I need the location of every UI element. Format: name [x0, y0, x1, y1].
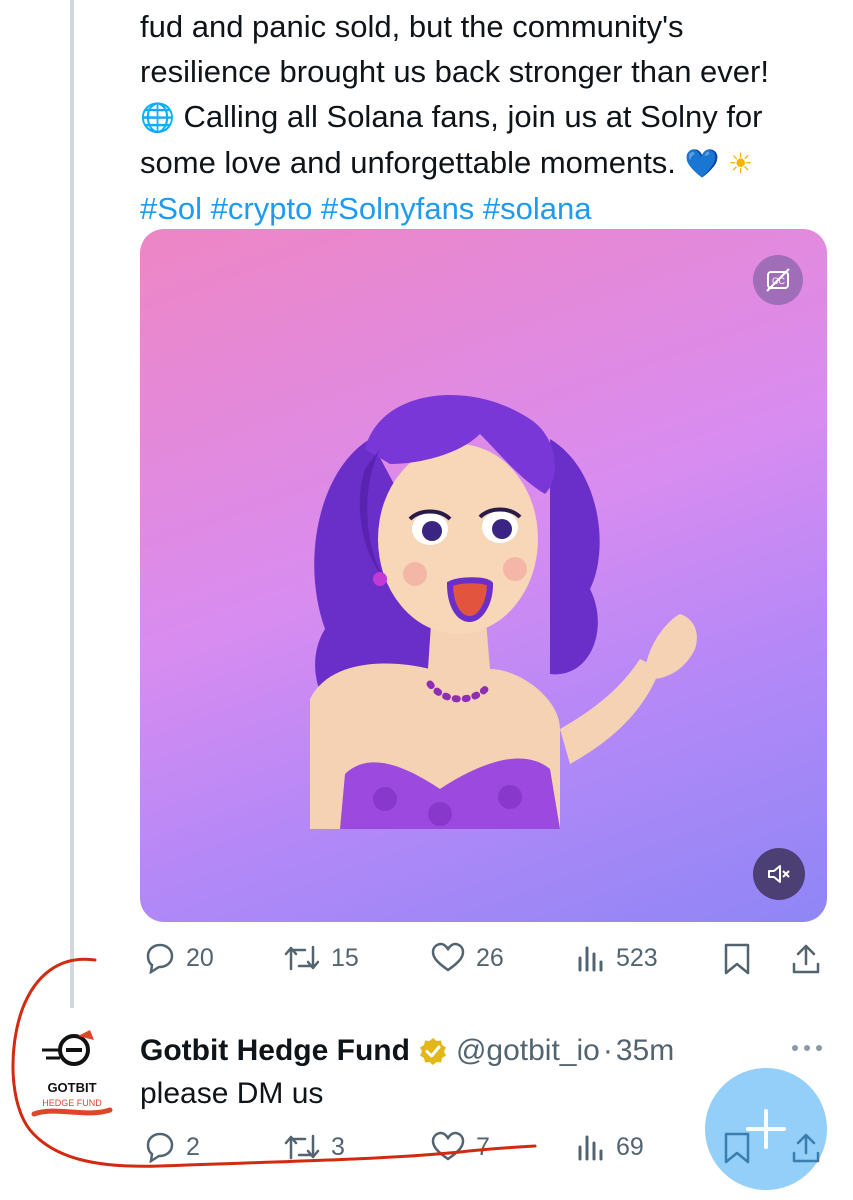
reply-views-button[interactable]: 69 [576, 1131, 644, 1163]
reply-header: Gotbit Hedge Fund @gotbit_io · 35m [140, 1030, 840, 1072]
unmute-button[interactable] [753, 848, 805, 900]
bookmark-button[interactable] [722, 942, 752, 976]
repost-count: 15 [331, 943, 359, 972]
blue-heart-emoji: 💙 [684, 147, 720, 180]
author-handle[interactable]: @gotbit_io [456, 1034, 600, 1068]
reply-button[interactable]: 20 [142, 942, 214, 974]
compose-button[interactable] [705, 1068, 827, 1190]
thread-connector-line [70, 0, 74, 1008]
more-options-button[interactable] [790, 1040, 824, 1061]
heart-icon [431, 1131, 465, 1161]
reply-count: 20 [186, 943, 214, 972]
tweet-line-4-text: some love and unforgettable moments. [140, 145, 676, 180]
share-icon [792, 944, 820, 974]
views-button[interactable]: 523 [576, 942, 658, 974]
plus-icon [746, 1109, 786, 1149]
tweet-action-bar: 20 15 26 523 [140, 942, 830, 982]
tweet-line-4: some love and unforgettable moments. 💙 ☀ [140, 140, 840, 186]
reply-view-count: 69 [616, 1132, 644, 1161]
tweet-line-1: fud and panic sold, but the community's [140, 9, 684, 44]
bookmark-icon [724, 943, 750, 975]
analytics-icon [578, 946, 603, 972]
separator-dot: · [602, 1034, 613, 1067]
heart-icon [431, 942, 465, 972]
avatar-text-hedge-fund: HEDGE FUND [42, 1098, 102, 1108]
reply-reply-button[interactable]: 2 [142, 1131, 200, 1163]
tweet-body: fud and panic sold, but the community's … [140, 4, 840, 231]
reply-icon [146, 943, 174, 974]
repost-icon [284, 945, 320, 971]
view-count: 523 [616, 943, 658, 972]
tweet-line-2: resilience brought us back stronger than… [140, 54, 769, 89]
reply-icon [146, 1132, 174, 1163]
repost-button[interactable]: 15 [283, 942, 359, 974]
tweet-hashtags[interactable]: #Sol #crypto #Solnyfans #solana [140, 186, 840, 231]
globe-emoji: 🌐 [140, 101, 175, 134]
author-name[interactable]: Gotbit Hedge Fund [140, 1034, 410, 1068]
sun-emoji: ☀ [728, 147, 754, 180]
analytics-icon [578, 1135, 603, 1161]
captions-off-button[interactable]: CC [753, 255, 803, 305]
like-button[interactable]: 26 [430, 942, 504, 974]
repost-icon [284, 1134, 320, 1160]
gotbit-logo: GOTBIT HEDGE FUND [31, 1030, 113, 1117]
ellipsis-icon [792, 1045, 822, 1051]
reply-reply-count: 2 [186, 1132, 200, 1161]
reply-like-count: 7 [476, 1132, 490, 1161]
reply-repost-button[interactable]: 3 [283, 1131, 345, 1163]
tweet-media-gif[interactable]: CC [140, 229, 827, 922]
timestamp[interactable]: 35m [616, 1034, 674, 1068]
verified-badge-icon [419, 1038, 446, 1065]
volume-muted-icon [768, 865, 790, 883]
reply-like-button[interactable]: 7 [430, 1131, 490, 1163]
like-count: 26 [476, 943, 504, 972]
reply-repost-count: 3 [331, 1132, 345, 1161]
tweet-line-3-text: Calling all Solana fans, join us at Soln… [183, 99, 763, 134]
share-button[interactable] [790, 942, 822, 976]
cartoon-woman-illustration [310, 395, 697, 829]
gotbit-avatar[interactable]: GOTBIT HEDGE FUND [16, 1010, 128, 1122]
avatar-text-gotbit: GOTBIT [47, 1080, 96, 1095]
tweet-line-3: 🌐 Calling all Solana fans, join us at So… [140, 94, 840, 140]
captions-off-icon: CC [766, 268, 790, 292]
